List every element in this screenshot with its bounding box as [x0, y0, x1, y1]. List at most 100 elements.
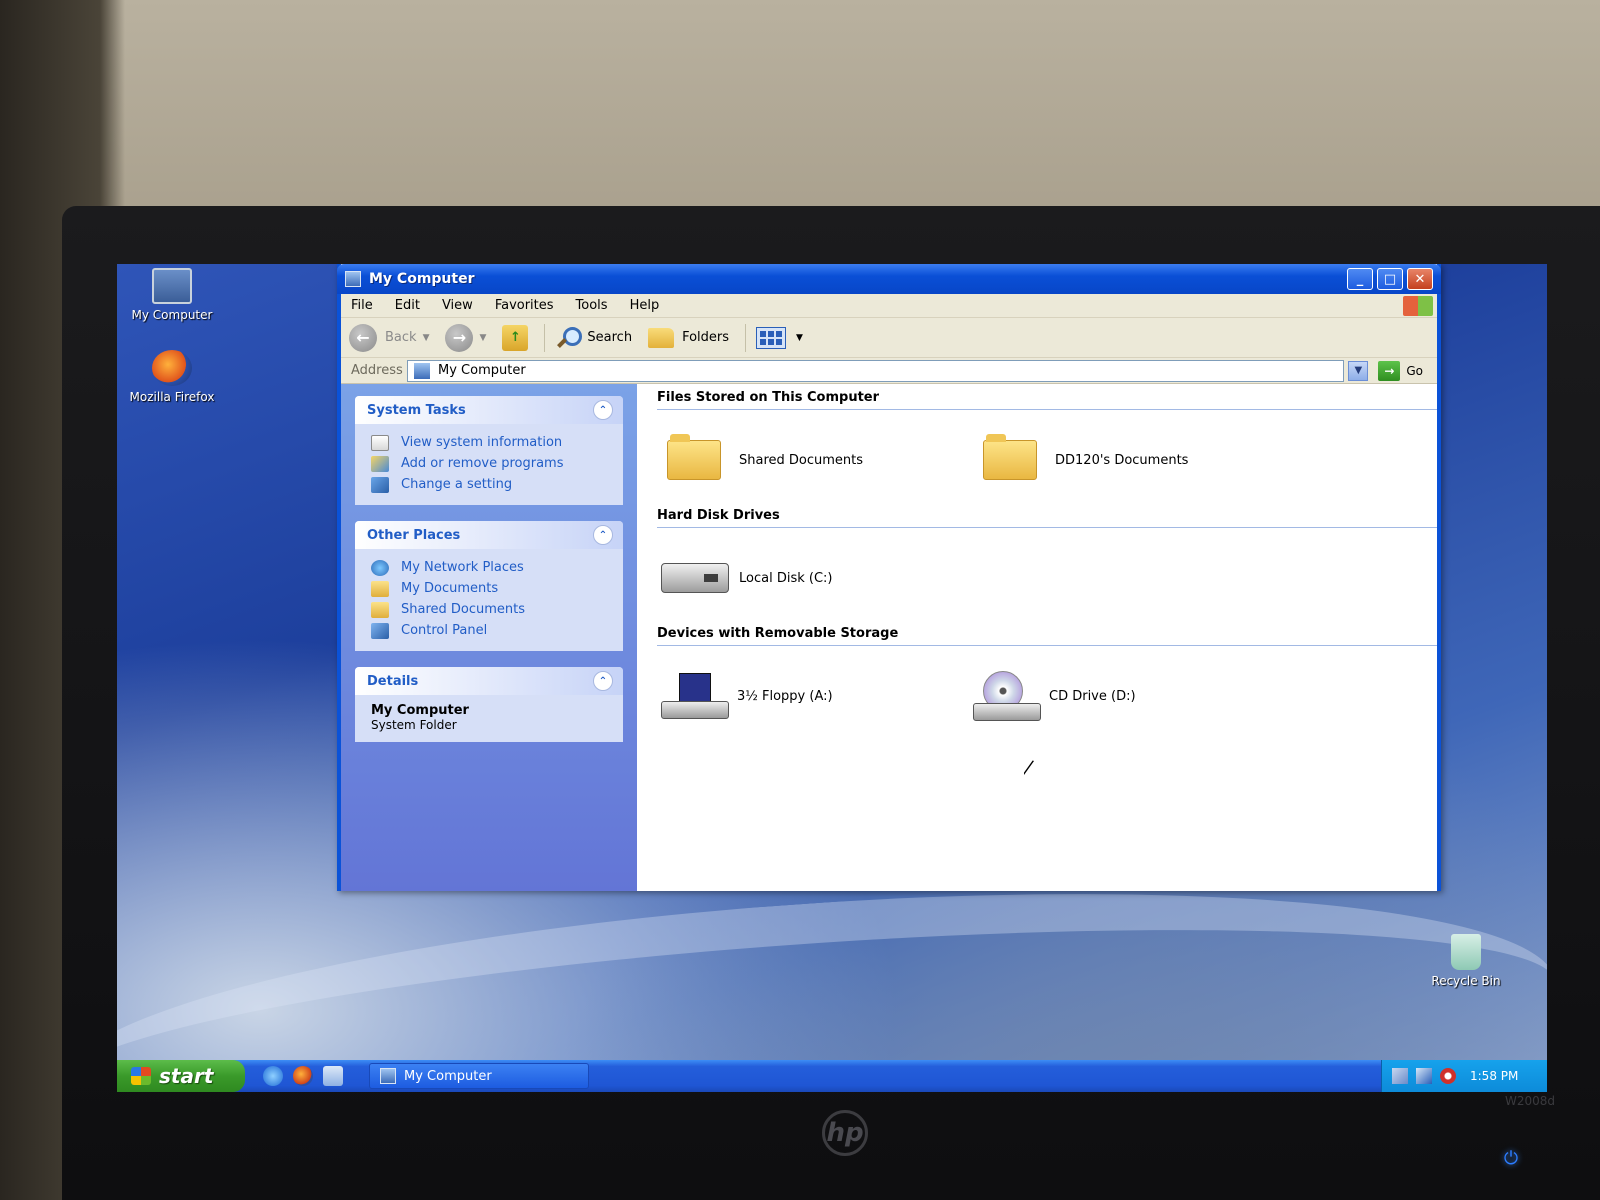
floppy-drive-icon	[661, 673, 729, 719]
address-bar: Address My Computer ▼ → Go	[341, 358, 1437, 384]
system-tray: 1:58 PM	[1381, 1060, 1547, 1092]
item-label: 3½ Floppy (A:)	[737, 688, 833, 704]
task-label: View system information	[401, 435, 563, 450]
menu-tools[interactable]: Tools	[576, 298, 608, 313]
item-label: Local Disk (C:)	[739, 570, 833, 586]
internet-explorer-icon[interactable]	[263, 1066, 283, 1086]
window-titlebar[interactable]: My Computer _ □ ✕	[337, 264, 1441, 294]
folders-button[interactable]: Folders	[648, 327, 730, 348]
menu-file[interactable]: File	[351, 298, 373, 313]
address-dropdown-icon[interactable]: ▼	[1348, 360, 1369, 381]
forward-arrow-icon: →	[445, 323, 474, 352]
minimize-button[interactable]: _	[1347, 268, 1373, 290]
go-button[interactable]: → Go	[1372, 360, 1437, 381]
desktop-icon-firefox[interactable]: Mozilla Firefox	[117, 350, 227, 404]
my-computer-icon	[380, 1068, 396, 1084]
folder-icon	[667, 434, 721, 480]
cd-drive-icon	[973, 671, 1041, 721]
menu-bar: File Edit View Favorites Tools Help	[341, 294, 1437, 318]
dropdown-arrow-icon[interactable]: ▼	[479, 333, 486, 343]
item-floppy-a[interactable]: 3½ Floppy (A:)	[657, 673, 973, 719]
panel-title: Other Places	[367, 527, 461, 543]
windows-logo-icon	[131, 1067, 151, 1085]
standard-toolbar: ← Back ▼ → ▼ ↑ Search Folders ▼	[341, 318, 1437, 358]
menu-favorites[interactable]: Favorites	[495, 298, 554, 313]
place-label: Control Panel	[401, 623, 488, 638]
up-folder-button[interactable]: ↑	[502, 324, 529, 351]
desktop-icon-label: My Computer	[131, 308, 213, 322]
forward-button[interactable]: → ▼	[445, 323, 486, 352]
network-tray-icon[interactable]	[1416, 1068, 1432, 1084]
details-name: My Computer	[371, 703, 469, 718]
address-field[interactable]: My Computer	[407, 359, 1345, 382]
place-control-panel[interactable]: Control Panel	[371, 620, 611, 641]
system-info-icon	[371, 434, 389, 451]
folder-icon	[371, 601, 389, 618]
folders-label: Folders	[682, 330, 730, 345]
desktop-icon-recycle-bin[interactable]: Recycle Bin	[1411, 934, 1521, 988]
item-local-disk-c[interactable]: Local Disk (C:)	[657, 563, 973, 593]
windows-logo-icon	[1403, 296, 1433, 316]
taskbar-button-my-computer[interactable]: My Computer	[369, 1063, 589, 1089]
monitor-model-label: W2008d	[1505, 1094, 1556, 1108]
collapse-chevron-icon[interactable]: ⌃	[593, 525, 613, 545]
hp-logo: hp	[822, 1110, 868, 1156]
item-label: Shared Documents	[739, 452, 864, 468]
place-my-documents[interactable]: My Documents	[371, 578, 611, 599]
details-panel: Details ⌃ My Computer System Folder	[355, 667, 623, 742]
back-button[interactable]: ← Back ▼	[349, 323, 430, 352]
search-label: Search	[587, 330, 633, 345]
clock[interactable]: 1:58 PM	[1470, 1069, 1518, 1083]
desktop-icon-label: Recycle Bin	[1431, 974, 1501, 988]
firefox-icon[interactable]	[293, 1066, 313, 1086]
group-heading: Hard Disk Drives	[657, 508, 1437, 528]
security-alert-icon[interactable]	[1440, 1068, 1456, 1084]
power-button-icon[interactable]: ⏻	[1500, 1148, 1522, 1170]
menu-edit[interactable]: Edit	[395, 298, 420, 313]
content-area: Files Stored on This Computer Shared Doc…	[637, 384, 1437, 891]
task-view-system-information[interactable]: View system information	[371, 432, 611, 453]
folders-icon	[648, 327, 675, 348]
collapse-chevron-icon[interactable]: ⌃	[593, 671, 613, 691]
taskbar: start My Computer 1:58 PM	[117, 1060, 1547, 1092]
collapse-chevron-icon[interactable]: ⌃	[593, 400, 613, 420]
screen: My Computer Mozilla Firefox Recycle Bin …	[117, 264, 1547, 1092]
menu-help[interactable]: Help	[630, 298, 660, 313]
other-places-header[interactable]: Other Places ⌃	[355, 521, 623, 549]
item-shared-documents[interactable]: Shared Documents	[657, 434, 973, 480]
my-computer-icon	[414, 362, 430, 379]
task-add-remove-programs[interactable]: Add or remove programs	[371, 453, 611, 474]
item-cd-drive-d[interactable]: CD Drive (D:)	[973, 671, 1289, 721]
back-arrow-icon: ←	[349, 323, 377, 352]
desktop-icon-my-computer[interactable]: My Computer	[117, 268, 227, 322]
taskbar-button-label: My Computer	[404, 1068, 492, 1084]
menu-view[interactable]: View	[442, 298, 473, 313]
search-button[interactable]: Search	[555, 325, 632, 351]
task-change-setting[interactable]: Change a setting	[371, 474, 611, 495]
item-dd120-documents[interactable]: DD120's Documents	[973, 434, 1289, 480]
go-arrow-icon: →	[1378, 360, 1401, 381]
details-header[interactable]: Details ⌃	[355, 667, 623, 695]
system-tasks-header[interactable]: System Tasks ⌃	[355, 396, 623, 424]
views-icon	[756, 326, 787, 349]
place-my-network-places[interactable]: My Network Places	[371, 557, 611, 578]
close-button[interactable]: ✕	[1407, 268, 1433, 290]
views-button[interactable]: ▼	[756, 326, 803, 349]
window-title: My Computer	[369, 271, 475, 287]
panel-title: Details	[367, 673, 419, 689]
my-computer-icon	[152, 268, 192, 304]
place-label: My Documents	[401, 581, 499, 596]
task-label: Change a setting	[401, 477, 513, 492]
start-button[interactable]: start	[117, 1060, 245, 1092]
dropdown-arrow-icon[interactable]: ▼	[423, 333, 430, 343]
firefox-icon	[152, 350, 192, 386]
tray-icon[interactable]	[1392, 1068, 1408, 1084]
task-label: Add or remove programs	[401, 456, 564, 471]
place-label: Shared Documents	[401, 602, 526, 617]
place-shared-documents[interactable]: Shared Documents	[371, 599, 611, 620]
network-icon	[371, 559, 389, 576]
item-label: DD120's Documents	[1055, 452, 1189, 468]
show-desktop-icon[interactable]	[323, 1066, 343, 1086]
maximize-button[interactable]: □	[1377, 268, 1403, 290]
dropdown-arrow-icon[interactable]: ▼	[796, 333, 803, 343]
